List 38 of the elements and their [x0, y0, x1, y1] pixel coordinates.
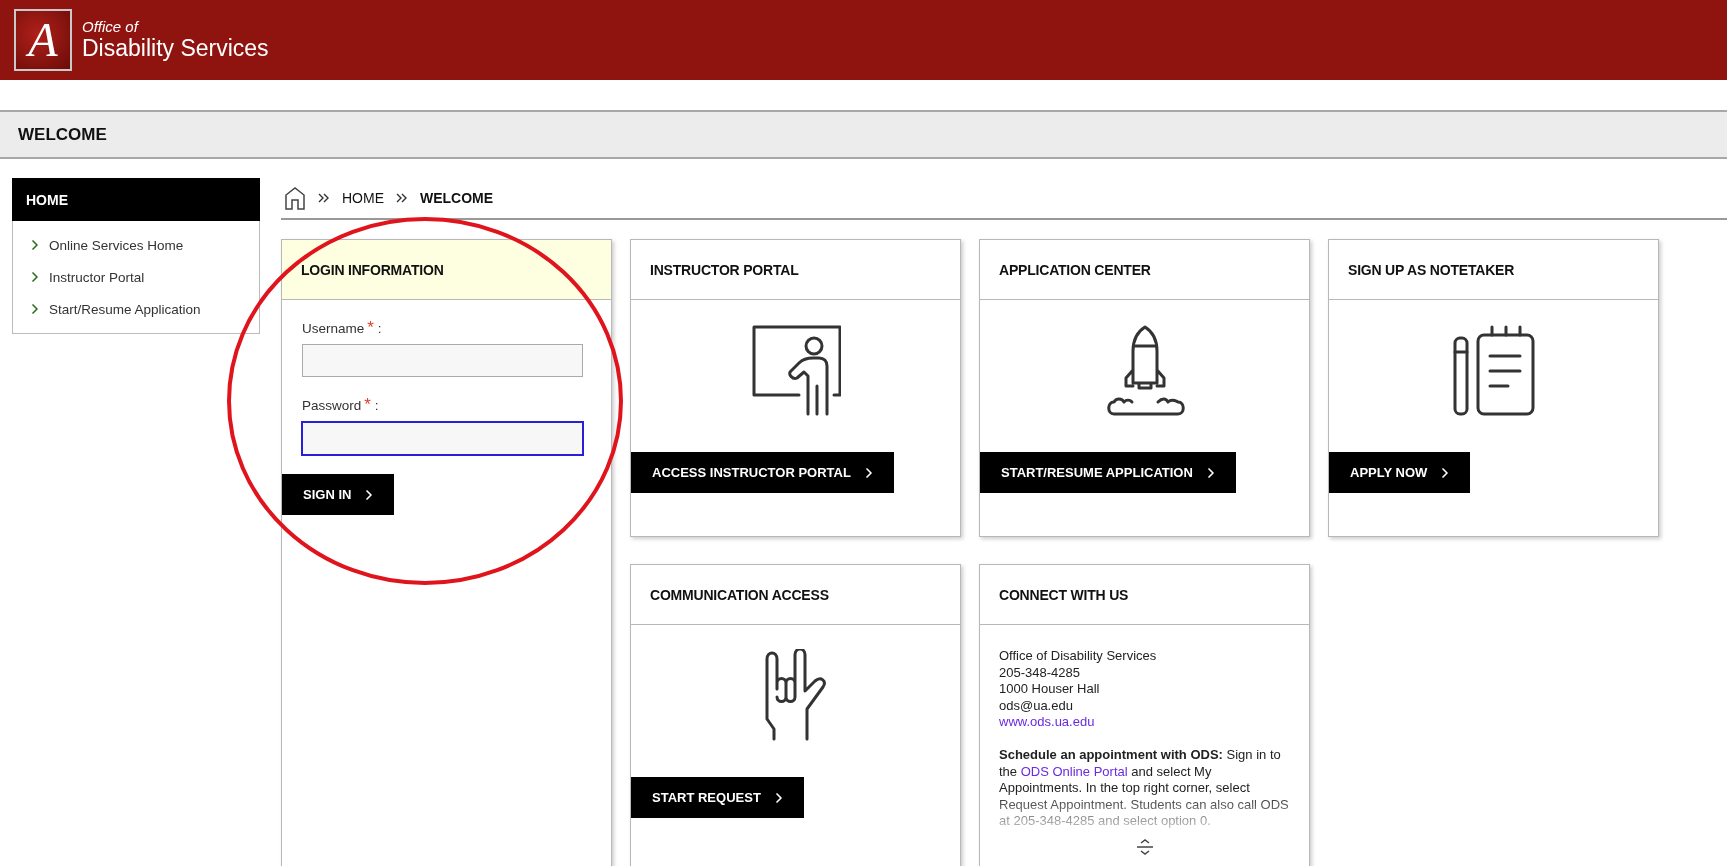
double-chevron-icon	[396, 193, 408, 203]
breadcrumb-link[interactable]: WELCOME	[420, 190, 494, 206]
teacher-at-board-icon	[750, 324, 841, 416]
sidebar-link[interactable]: Start/Resume Application	[27, 293, 259, 325]
site-subtitle: Office of	[82, 19, 140, 35]
notepad-and-pen-icon	[1451, 324, 1536, 416]
sidebar-link[interactable]: Instructor Portal	[27, 261, 259, 293]
home-icon[interactable]	[284, 186, 306, 210]
card-action-button[interactable]: ACCESS INSTRUCTOR PORTAL	[631, 452, 894, 493]
field-label: Username * :	[302, 318, 383, 338]
expand-icon[interactable]	[1135, 837, 1154, 856]
contact-line: ods@ua.edu	[999, 697, 1074, 715]
card-title: COMMUNICATION ACCESS	[650, 586, 829, 603]
card-action-button[interactable]: START REQUEST	[631, 777, 804, 818]
card-title: CONNECT WITH US	[999, 586, 1129, 603]
text-field[interactable]	[302, 344, 583, 377]
contact-line: 205-348-4285	[999, 664, 1081, 682]
contact-line: Office of Disability Services	[999, 648, 1158, 665]
double-chevron-icon	[318, 193, 330, 203]
sign-in-button[interactable]: SIGN IN	[282, 474, 395, 515]
card-title: SIGN UP AS NOTETAKER	[1348, 261, 1515, 278]
card-action-button[interactable]: APPLY NOW	[1329, 452, 1471, 493]
card-action-button[interactable]: START/RESUME APPLICATION	[980, 452, 1236, 493]
website-link[interactable]: www.ods.ua.edu	[999, 714, 1095, 730]
appointment-text: Schedule an appointment with ODS: Sign in to the ODS Online Portal and select My Appointments. In the top right corner, select Request Appointment. Students can also call ODS at 205-348-4285 and select option 0.	[999, 746, 1290, 830]
text-field[interactable]	[301, 421, 584, 456]
contact-line: 1000 Houser Hall	[999, 681, 1101, 698]
card-title: INSTRUCTOR PORTAL	[650, 261, 799, 278]
breadcrumb-link[interactable]: HOME	[342, 190, 384, 206]
portal-link[interactable]: ODS Online Portal	[1020, 763, 1128, 779]
logo[interactable]: A	[14, 9, 72, 71]
sidebar-link[interactable]: Online Services Home	[27, 229, 259, 261]
card-title: LOGIN INFORMATION	[301, 261, 444, 278]
card-title: APPLICATION CENTER	[999, 261, 1151, 278]
sidebar-heading: HOME	[12, 178, 260, 221]
field-label: Password * :	[302, 395, 380, 415]
site-title: Disability Services	[82, 35, 269, 61]
page-title: WELCOME	[18, 124, 107, 145]
